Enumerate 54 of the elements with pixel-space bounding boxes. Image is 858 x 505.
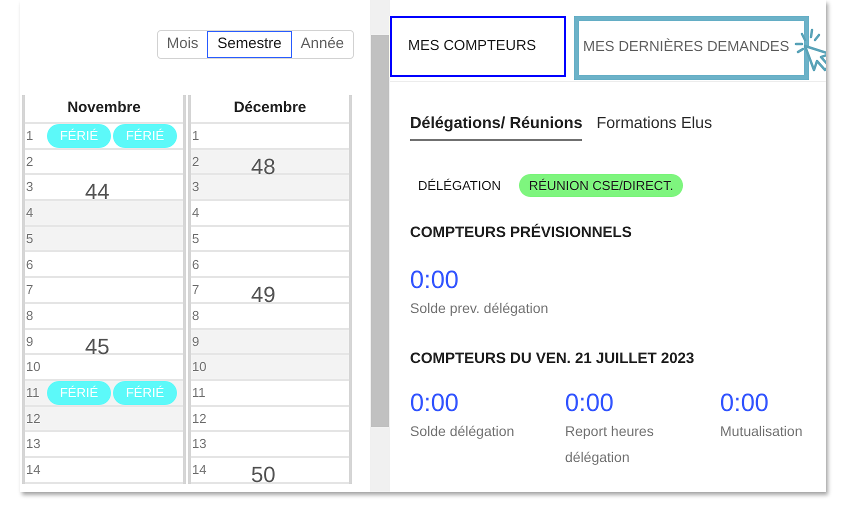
- day-number: 12: [25, 410, 42, 428]
- day-number: 8: [25, 306, 34, 325]
- day-number: 9: [191, 332, 200, 351]
- day-number: 12: [191, 410, 208, 428]
- filter-chip[interactable]: DÉLÉGATION: [408, 174, 511, 197]
- day-number: 6: [25, 256, 34, 274]
- day-number: 13: [25, 435, 42, 454]
- day-number: 1: [191, 127, 200, 146]
- section-title: COMPTEURS PRÉVISIONNELS: [410, 222, 633, 243]
- counter-label: Mutualisation: [720, 422, 804, 441]
- counter-value: 0:00: [410, 388, 460, 418]
- day-number: 2: [191, 152, 200, 171]
- day-number: 14: [25, 461, 42, 480]
- counter-value: 0:00: [720, 388, 770, 418]
- week-number: 45: [85, 336, 110, 358]
- filter-chip[interactable]: RÉUNION CSE/DIRECT.: [518, 174, 684, 197]
- day-number: 5: [25, 230, 34, 248]
- day-number: 11: [25, 384, 40, 402]
- week-number: 50: [251, 464, 276, 486]
- week-number: 48: [251, 156, 276, 178]
- counter-value: 0:00: [565, 388, 615, 418]
- day-number: 1: [25, 127, 34, 146]
- scrollbar-thumb[interactable]: [371, 35, 389, 427]
- period-toggle[interactable]: Mois: [158, 31, 208, 58]
- day-number: 7: [25, 281, 34, 300]
- scrollbar[interactable]: [370, 0, 390, 492]
- day-number: 5: [191, 230, 200, 248]
- day-number: 14: [191, 461, 208, 480]
- day-number: 3: [25, 178, 34, 196]
- day-number: 8: [191, 306, 200, 325]
- counter-value: 0:00: [410, 264, 460, 294]
- section-title: COMPTEURS DU VEN. 21 JUILLET 2023: [410, 348, 696, 368]
- day-number: 7: [191, 281, 200, 300]
- day-number: 4: [25, 204, 34, 222]
- week-number: 44: [85, 181, 110, 204]
- counter-label: Report heures délégation: [565, 422, 655, 467]
- day-number: 13: [191, 435, 208, 454]
- day-number: 11: [191, 384, 206, 402]
- tab[interactable]: MES DERNIÈRES DEMANDES: [574, 16, 809, 80]
- subtab[interactable]: Délégations/ Réunions: [410, 112, 582, 141]
- counter-label: Solde prev. délégation: [410, 298, 550, 318]
- day-number: 9: [25, 332, 34, 351]
- day-number: 2: [25, 152, 34, 171]
- day-number: 10: [25, 358, 42, 376]
- counter-label: Solde délégation: [410, 422, 516, 441]
- day-number: 6: [191, 256, 200, 274]
- period-toggle[interactable]: Semestre: [207, 31, 292, 58]
- day-number: 3: [191, 178, 200, 196]
- tab[interactable]: MES COMPTEURS: [390, 16, 566, 77]
- day-number: 10: [191, 358, 208, 376]
- subtab[interactable]: Formations Elus: [596, 112, 712, 141]
- day-number: 4: [191, 204, 200, 222]
- week-number: 49: [251, 284, 276, 306]
- period-toggle[interactable]: Année: [292, 31, 353, 58]
